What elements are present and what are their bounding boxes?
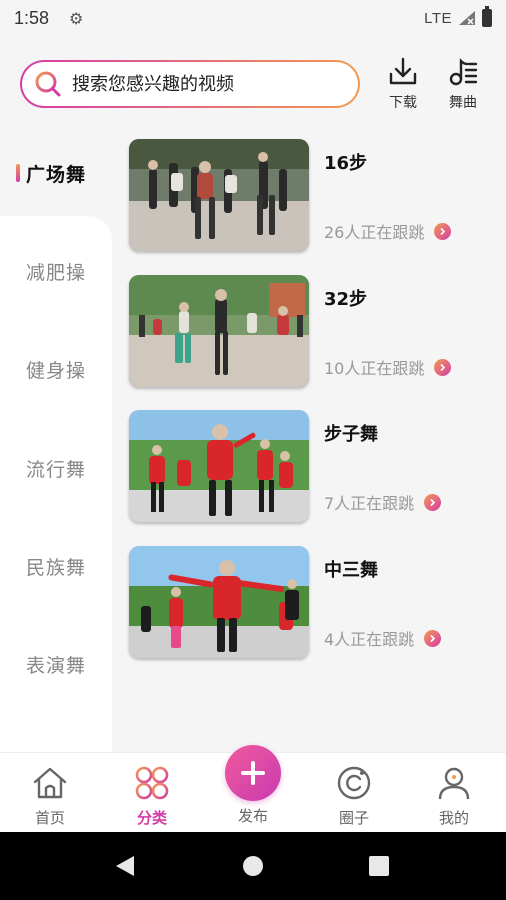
header: 下载 舞曲 [0,36,506,136]
home-circle-icon[interactable] [242,854,264,878]
settings-status-icon: ⚙ [69,8,84,28]
video-card[interactable]: 16步 26人正在跟跳 [129,139,499,251]
music-label: 舞曲 [449,95,477,111]
video-title: 32步 [324,289,368,310]
search-bar[interactable] [20,60,360,108]
category-item-folk-dance[interactable]: 民族舞 [0,541,112,591]
status-time: 1:58 [14,7,50,28]
user-icon [438,767,470,800]
network-type: LTE [424,9,452,27]
signal-icon [459,11,475,25]
nav-category-label: 分类 [136,809,167,827]
chevron-right-icon[interactable] [434,222,452,240]
battery-icon [482,6,492,27]
video-list: 16步 26人正在跟跳 32步 10人正在跟跳 步子舞 7人正在跟跳 中三舞 4… [112,136,506,752]
category-label: 表演舞 [25,654,86,677]
circle-icon [337,766,371,800]
status-indicators: LTE [424,6,492,27]
video-card[interactable]: 步子舞 7人正在跟跳 [129,410,499,522]
video-title: 中三舞 [324,560,378,581]
video-title: 步子舞 [324,424,378,445]
music-list-icon [449,58,478,86]
video-thumbnail[interactable] [129,546,309,658]
search-input[interactable] [72,73,332,95]
follow-count-text: 26人正在跟跳 [324,223,425,242]
follow-count: 7人正在跟跳 [324,490,442,514]
publish-label: 发布 [237,807,268,825]
nav-circle-label: 圈子 [338,809,369,827]
chevron-right-icon[interactable] [434,358,452,376]
category-menu: 广场舞 减肥操 健身操 流行舞 民族舞 表演舞 [0,136,112,752]
category-item-pop-dance[interactable]: 流行舞 [0,443,112,493]
video-card[interactable]: 32步 10人正在跟跳 [129,275,499,387]
nav-category[interactable]: 分类 [112,763,192,828]
nav-home[interactable]: 首页 [10,763,90,828]
system-nav-bar [0,832,506,900]
nav-circle[interactable]: 圈子 [314,763,394,828]
publish-button[interactable] [225,745,281,801]
download-label: 下载 [389,95,417,111]
category-label: 广场舞 [25,163,86,186]
category-label: 流行舞 [25,458,86,481]
video-thumbnail[interactable] [129,410,309,522]
bottom-nav: 首页 分类 发布 圈子 我的 [0,745,506,832]
category-item-fitness[interactable]: 健身操 [0,344,112,394]
category-item-performance[interactable]: 表演舞 [0,639,112,689]
music-button[interactable]: 舞曲 [438,56,488,112]
video-card[interactable]: 中三舞 4人正在跟跳 [129,546,499,658]
active-indicator [16,164,20,182]
category-label: 减肥操 [25,261,86,284]
recents-icon[interactable] [368,854,390,878]
home-icon [33,767,67,799]
nav-mine[interactable]: 我的 [414,763,494,828]
video-thumbnail[interactable] [129,139,309,251]
nav-mine-label: 我的 [438,809,469,827]
back-icon[interactable] [114,854,136,878]
chevron-right-icon[interactable] [424,629,442,647]
category-grid-icon [135,766,169,800]
category-item-weight-loss[interactable]: 减肥操 [0,246,112,296]
category-label: 民族舞 [25,556,86,579]
download-icon [389,57,417,85]
category-label: 健身操 [25,359,86,382]
plus-icon [241,761,265,785]
download-button[interactable]: 下载 [378,56,428,112]
follow-count: 4人正在跟跳 [324,626,442,650]
status-bar: 1:58 ⚙ LTE [0,0,506,36]
search-icon [35,71,61,97]
chevron-right-icon[interactable] [424,493,442,511]
category-item-square-dance[interactable]: 广场舞 [0,148,112,198]
nav-home-label: 首页 [34,809,65,827]
follow-count-text: 4人正在跟跳 [324,630,415,649]
video-thumbnail[interactable] [129,275,309,387]
follow-count-text: 10人正在跟跳 [324,359,425,378]
follow-count-text: 7人正在跟跳 [324,494,415,513]
follow-count: 26人正在跟跳 [324,219,452,243]
follow-count: 10人正在跟跳 [324,355,452,379]
video-title: 16步 [324,153,368,174]
